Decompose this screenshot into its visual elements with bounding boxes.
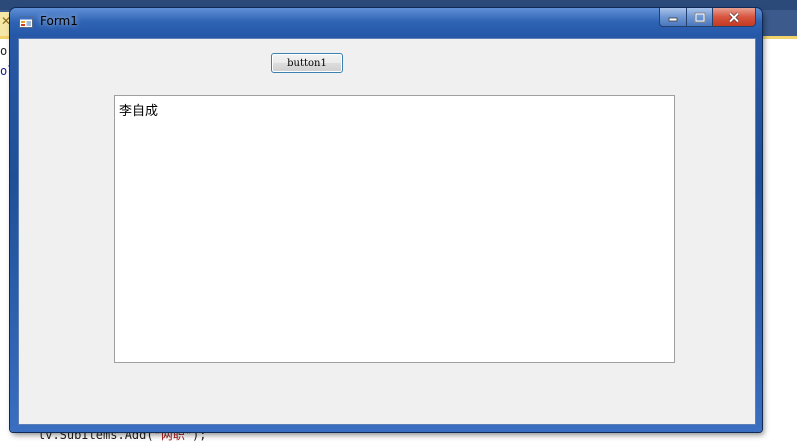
- button1[interactable]: button1: [271, 53, 343, 73]
- form1-window: Form1 button1 李自成: [10, 8, 762, 432]
- title-bar[interactable]: Form1: [10, 8, 762, 36]
- form-icon: [19, 16, 33, 28]
- form-client-area: button1 李自成: [18, 38, 756, 425]
- window-title: Form1: [40, 14, 78, 28]
- close-button[interactable]: [713, 8, 756, 27]
- close-icon: [728, 11, 740, 23]
- maximize-button[interactable]: [687, 8, 713, 27]
- minimize-button[interactable]: [659, 8, 687, 27]
- maximize-icon: [694, 12, 705, 22]
- multiline-textbox[interactable]: 李自成: [114, 95, 675, 363]
- caption-buttons: [659, 8, 756, 27]
- minimize-icon: [668, 17, 678, 22]
